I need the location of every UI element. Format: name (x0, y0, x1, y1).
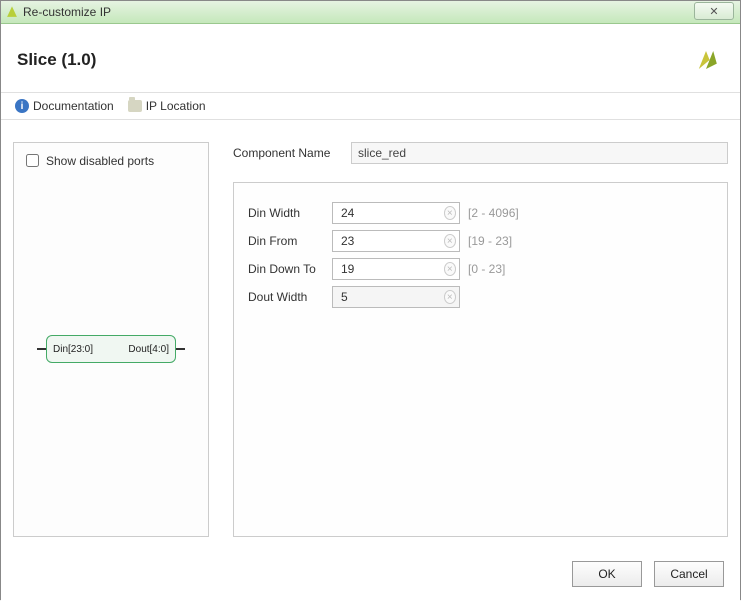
window-title: Re-customize IP (23, 5, 111, 19)
param-row-din-down-to: Din Down To × [0 - 23] (248, 255, 713, 283)
cancel-button[interactable]: Cancel (654, 561, 724, 587)
dout-width-input (339, 289, 444, 305)
port-in-label: Din[23:0] (53, 344, 93, 355)
cancel-label: Cancel (670, 567, 707, 581)
component-name-row: Component Name (233, 142, 728, 164)
dout-width-input-wrap: × (332, 286, 460, 308)
param-label: Din From (248, 234, 324, 248)
app-icon (5, 5, 19, 19)
folder-icon (128, 100, 142, 112)
param-range: [19 - 23] (468, 234, 512, 248)
param-label: Din Width (248, 206, 324, 220)
vendor-logo-icon (688, 42, 724, 78)
din-from-input-wrap: × (332, 230, 460, 252)
body: Show disabled ports Din[23:0] Dout[4:0] … (1, 120, 740, 551)
clear-icon[interactable]: × (444, 206, 456, 220)
titlebar: Re-customize IP ✕ (1, 1, 740, 24)
din-width-input[interactable] (339, 205, 444, 221)
clear-icon: × (444, 290, 456, 304)
din-down-to-input-wrap: × (332, 258, 460, 280)
show-disabled-ports-checkbox[interactable]: Show disabled ports (22, 151, 200, 170)
documentation-label: Documentation (33, 99, 114, 113)
documentation-link[interactable]: i Documentation (15, 99, 114, 113)
show-disabled-ports-label: Show disabled ports (46, 154, 154, 168)
ok-button[interactable]: OK (572, 561, 642, 587)
clear-icon[interactable]: × (444, 234, 456, 248)
din-from-input[interactable] (339, 233, 444, 249)
ok-label: OK (598, 567, 615, 581)
param-range: [2 - 4096] (468, 206, 519, 220)
page-title: Slice (1.0) (17, 50, 96, 70)
preview-pane: Show disabled ports Din[23:0] Dout[4:0] (13, 142, 209, 537)
param-label: Din Down To (248, 262, 324, 276)
info-icon: i (15, 99, 29, 113)
header: Slice (1.0) (1, 24, 740, 93)
din-down-to-input[interactable] (339, 261, 444, 277)
param-label: Dout Width (248, 290, 324, 304)
port-out-label: Dout[4:0] (128, 344, 169, 355)
ip-location-label: IP Location (146, 99, 206, 113)
component-name-input[interactable] (351, 142, 728, 164)
clear-icon[interactable]: × (444, 262, 456, 276)
close-button[interactable]: ✕ (694, 2, 734, 20)
param-row-din-width: Din Width × [2 - 4096] (248, 199, 713, 227)
param-range: [0 - 23] (468, 262, 505, 276)
param-row-dout-width: Dout Width × (248, 283, 713, 311)
footer: OK Cancel (1, 551, 740, 601)
ip-block: Din[23:0] Dout[4:0] (46, 335, 176, 363)
parameters-panel: Din Width × [2 - 4096] Din From × [19 - … (233, 182, 728, 537)
ip-location-link[interactable]: IP Location (128, 99, 206, 113)
component-name-label: Component Name (233, 146, 343, 160)
din-width-input-wrap: × (332, 202, 460, 224)
show-disabled-ports-input[interactable] (26, 154, 39, 167)
dialog-content: Slice (1.0) i Documentation IP Location … (1, 24, 740, 601)
param-row-din-from: Din From × [19 - 23] (248, 227, 713, 255)
toolbar: i Documentation IP Location (1, 93, 740, 120)
block-preview: Din[23:0] Dout[4:0] (22, 170, 200, 528)
config-pane: Component Name Din Width × [2 - 4096] Di… (233, 142, 728, 537)
